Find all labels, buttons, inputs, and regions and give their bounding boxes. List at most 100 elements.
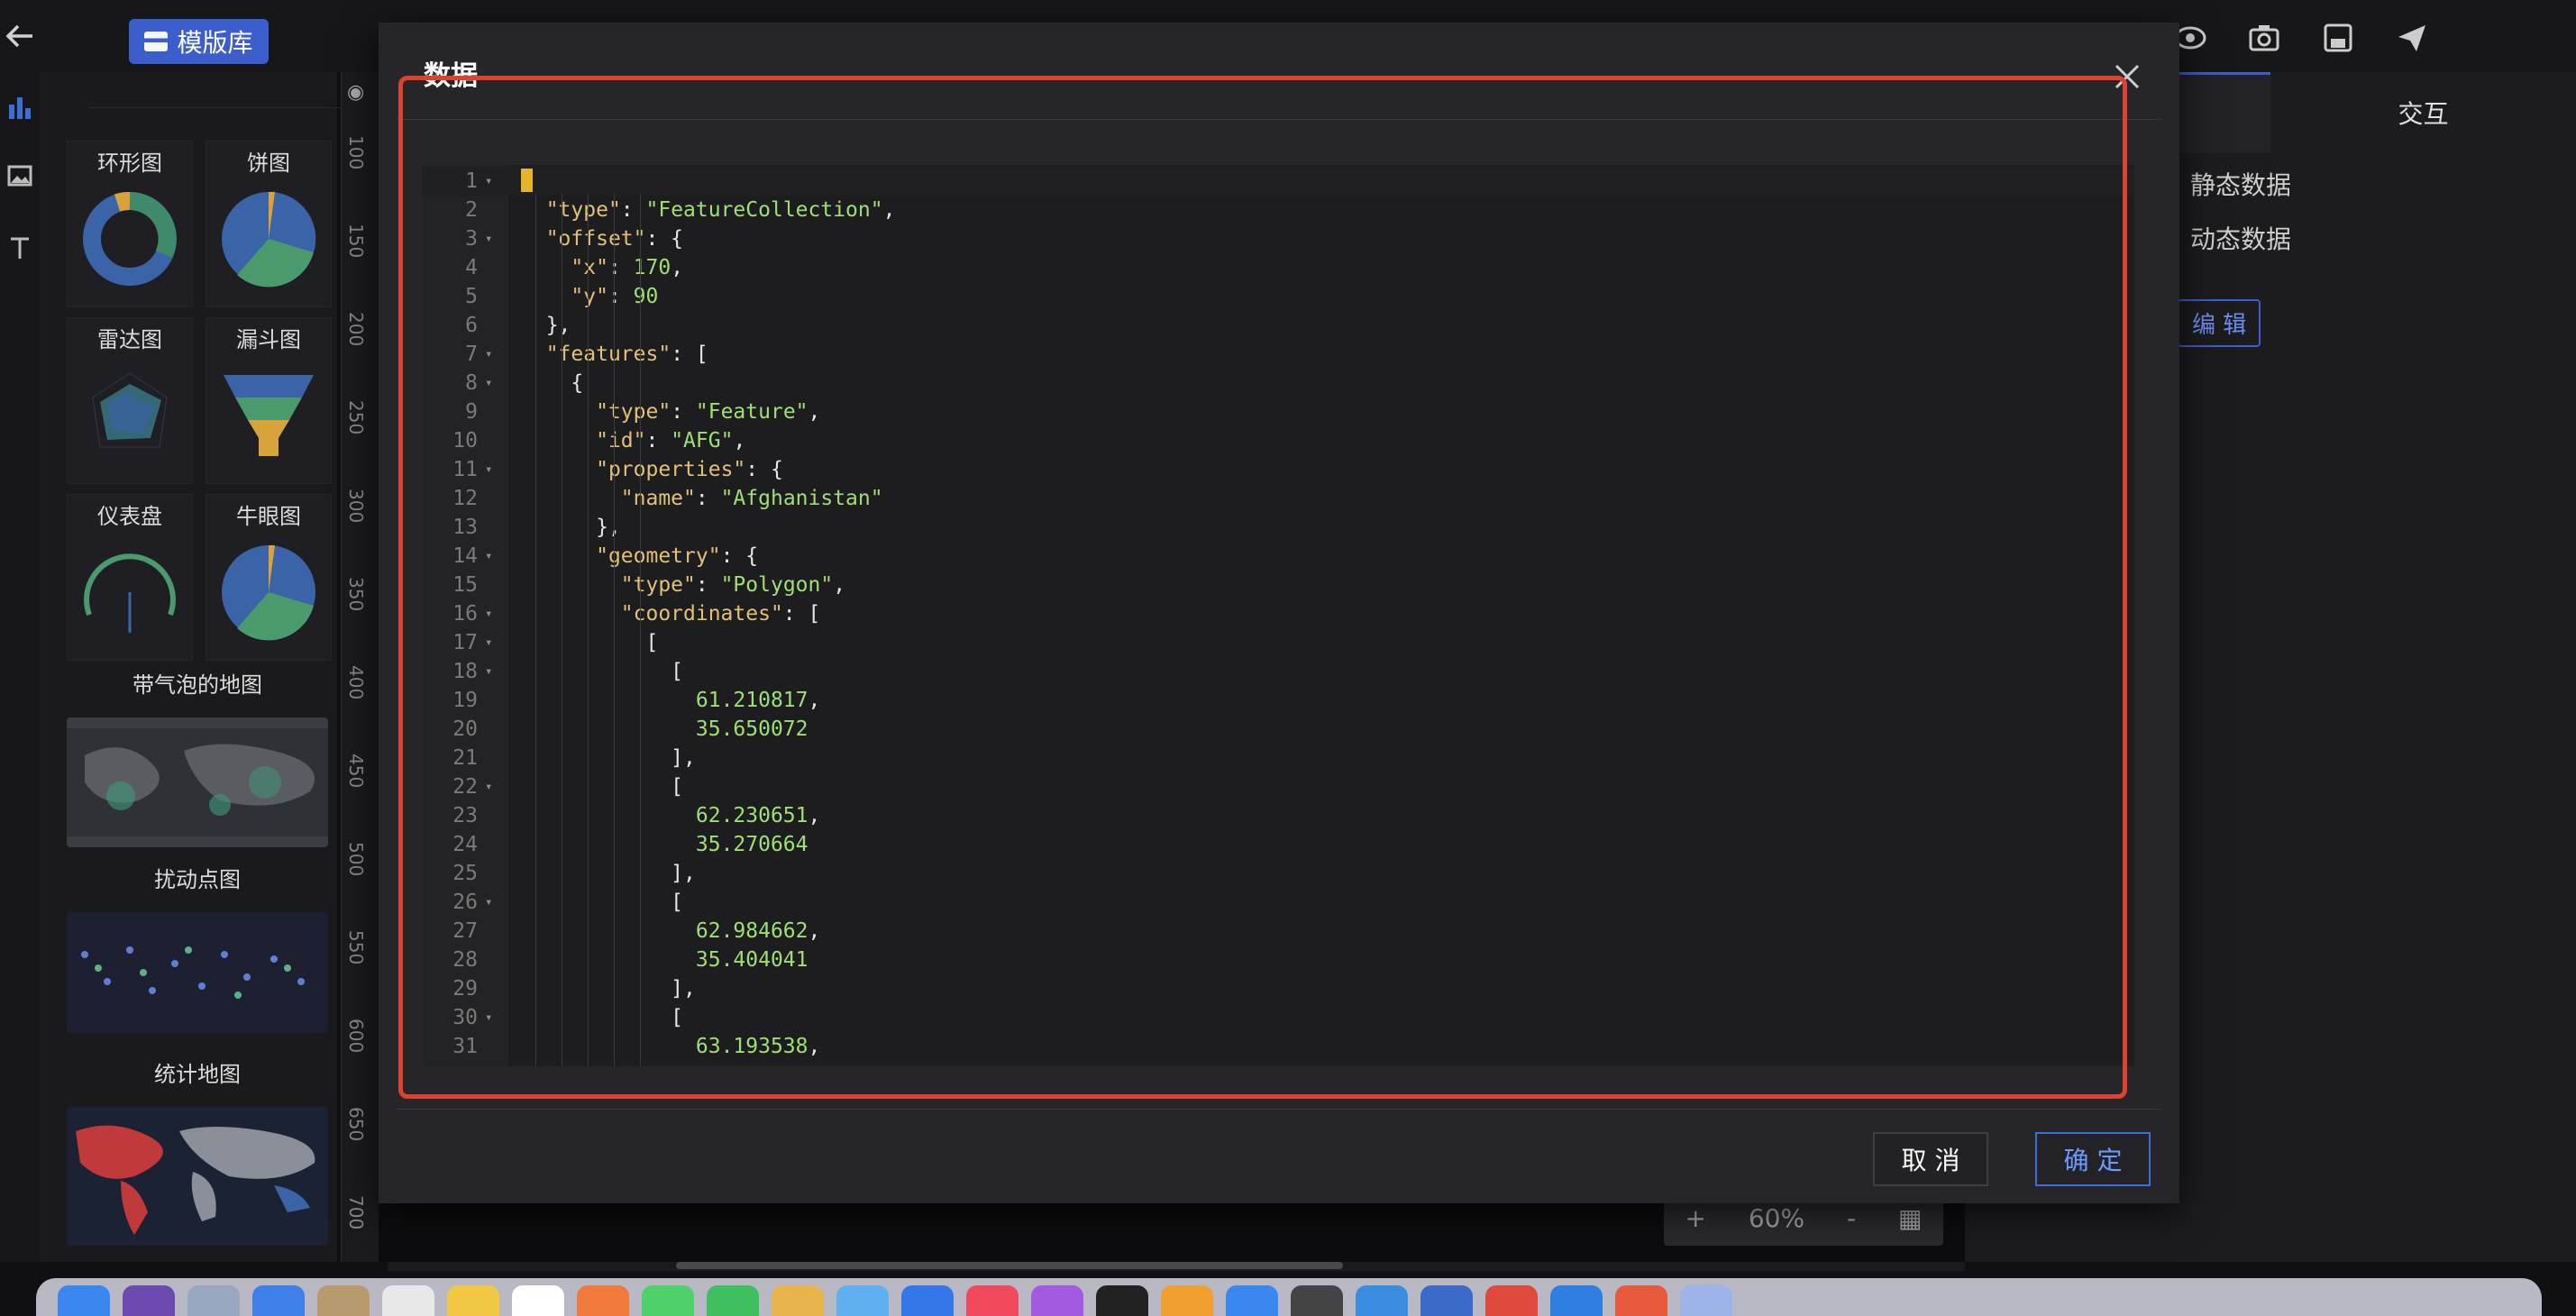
fold-arrow-icon[interactable]: ▾ [485,455,492,484]
code-line[interactable]: 25 ], [422,859,2134,888]
dock-app-icon[interactable] [58,1285,110,1316]
code-line[interactable]: 30 ▾ [ [422,1003,2134,1032]
json-code-editor[interactable]: 1 ▾ 2 "type": "FeatureCollection", 3 ▾ "offs… [422,165,2134,1066]
radio-static-data[interactable]: 静态数据 [2190,166,2291,202]
code-line[interactable]: 7 ▾ "features": [ [422,340,2134,369]
confirm-button[interactable]: 确 定 [2035,1132,2151,1186]
code-line[interactable]: 12 "name": "Afghanistan" [422,484,2134,513]
dock-app-icon[interactable] [1161,1285,1213,1316]
dock-app-icon[interactable] [966,1285,1019,1316]
code-line[interactable]: 21 ], [422,744,2134,772]
dock-app-icon[interactable] [1680,1285,1732,1316]
code-line[interactable]: 28 35.404041 [422,946,2134,974]
component-radar-chart[interactable]: 雷达图 [67,317,193,484]
component-bullseye-chart[interactable]: 牛眼图 [206,494,332,661]
code-line[interactable]: 9 "type": "Feature", [422,398,2134,426]
dock-app-icon[interactable] [577,1285,629,1316]
fold-arrow-icon[interactable]: ▾ [485,888,492,917]
component-ring-chart[interactable]: 环形图 [67,141,193,307]
zoom-out-button[interactable]: - [1847,1203,1856,1233]
dock-app-icon[interactable] [901,1285,954,1316]
dock-app-icon[interactable] [772,1285,824,1316]
code-line[interactable]: 22 ▾ [ [422,772,2134,801]
fold-arrow-icon[interactable]: ▾ [485,599,492,628]
fold-arrow-icon[interactable]: ▾ [485,628,492,657]
dock-app-icon[interactable] [512,1285,564,1316]
close-icon[interactable] [2109,59,2145,95]
dock-app-icon[interactable] [382,1285,434,1316]
dock-app-icon[interactable] [123,1285,175,1316]
component-funnel-chart[interactable]: 漏斗图 [206,317,332,484]
scrollbar-thumb[interactable] [676,1262,1343,1269]
zoom-in-button[interactable]: + [1685,1203,1705,1233]
dock-app-icon[interactable] [1550,1285,1603,1316]
camera-icon[interactable] [2244,18,2284,58]
dock-app-icon[interactable] [1031,1285,1083,1316]
save-icon[interactable] [2318,18,2358,58]
fold-arrow-icon[interactable]: ▾ [485,369,492,398]
code-line[interactable]: 16 ▾ "coordinates": [ [422,599,2134,628]
publish-icon[interactable] [2392,18,2432,58]
fold-arrow-icon[interactable]: ▾ [485,340,492,369]
fold-arrow-icon[interactable]: ▾ [485,542,492,571]
edit-button[interactable]: 编 辑 [2178,299,2261,347]
code-line[interactable]: 14 ▾ "geometry": { [422,542,2134,571]
code-line[interactable]: 19 61.210817, [422,686,2134,715]
code-line[interactable]: 8 ▾ { [422,369,2134,398]
image-icon[interactable] [5,162,34,191]
dock-app-icon[interactable] [642,1285,694,1316]
dock-app-icon[interactable] [836,1285,889,1316]
fold-arrow-icon[interactable]: ▾ [485,657,492,686]
code-line[interactable]: 13 }, [422,513,2134,542]
code-line[interactable]: 17 ▾ [ [422,628,2134,657]
fold-arrow-icon[interactable]: ▾ [485,1003,492,1032]
code-line[interactable]: 20 35.650072 [422,715,2134,744]
code-line[interactable]: 1 ▾ [422,167,2134,196]
chart-icon[interactable] [5,94,34,123]
dock-app-icon[interactable] [447,1285,499,1316]
code-line[interactable]: 18 ▾ [ [422,657,2134,686]
code-line[interactable]: 26 ▾ [ [422,888,2134,917]
dock-app-icon[interactable] [252,1285,305,1316]
dock-app-icon[interactable] [187,1285,240,1316]
dock-app-icon[interactable] [707,1285,759,1316]
component-pie-chart[interactable]: 饼图 [206,141,332,307]
code-line[interactable]: 10 "id": "AFG", [422,426,2134,455]
fold-arrow-icon[interactable]: ▾ [485,167,492,196]
eye-icon[interactable]: ◉ [347,81,364,104]
code-line[interactable]: 27 62.984662, [422,917,2134,946]
text-icon[interactable] [5,234,34,263]
tab-interaction[interactable]: 交互 [2270,72,2576,153]
code-line[interactable]: 5 "y": 90 [422,282,2134,311]
back-arrow-icon[interactable] [2,18,38,54]
code-line[interactable]: 3 ▾ "offset": { [422,224,2134,253]
horizontal-scrollbar[interactable] [388,1262,1965,1271]
dock-app-icon[interactable] [1096,1285,1148,1316]
dock-app-icon[interactable] [1485,1285,1538,1316]
code-line[interactable]: 23 62.230651, [422,801,2134,830]
dock-app-icon[interactable] [317,1285,370,1316]
radio-dynamic-data[interactable]: 动态数据 [2190,220,2291,256]
code-line[interactable]: 15 "type": "Polygon", [422,571,2134,599]
code-line[interactable]: 4 "x": 170, [422,253,2134,282]
template-library-button[interactable]: 模版库 [129,19,269,64]
code-line[interactable]: 24 35.270664 [422,830,2134,859]
code-line[interactable]: 29 ], [422,974,2134,1003]
code-line[interactable]: 31 63.193538, [422,1032,2134,1061]
cancel-button[interactable]: 取 消 [1873,1132,1988,1186]
grid-icon[interactable]: ▦ [1898,1203,1922,1233]
code-line[interactable]: 2 "type": "FeatureCollection", [422,196,2134,224]
code-line[interactable]: 11 ▾ "properties": { [422,455,2134,484]
dock-app-icon[interactable] [1615,1285,1667,1316]
component-gauge[interactable]: 仪表盘 [67,494,193,661]
dock-app-icon[interactable] [1291,1285,1343,1316]
component-bubble-map[interactable]: 带气泡的地图 [40,667,328,847]
fold-arrow-icon[interactable]: ▾ [485,224,492,253]
fold-arrow-icon[interactable]: ▾ [485,772,492,801]
dock-app-icon[interactable] [1356,1285,1408,1316]
component-statistical-map[interactable]: 统计地图 [40,1056,328,1246]
component-jitter-scatter[interactable]: 扰动点图 [40,862,328,1033]
dock-app-icon[interactable] [1226,1285,1278,1316]
code-line[interactable]: 6 }, [422,311,2134,340]
dock-app-icon[interactable] [1420,1285,1473,1316]
